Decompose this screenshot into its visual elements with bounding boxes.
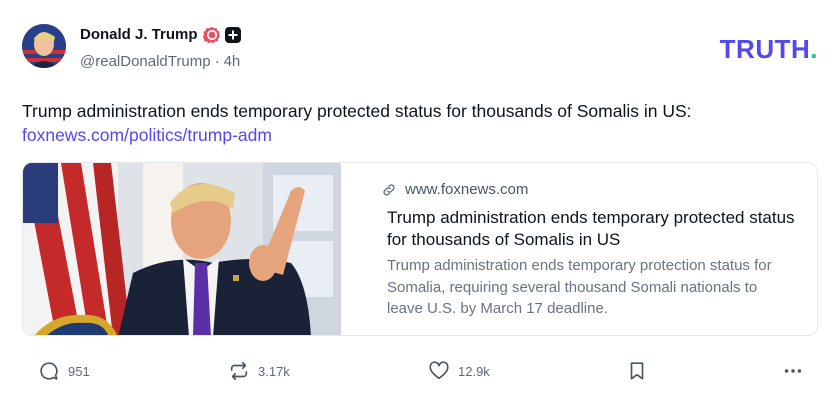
logo-text: TRUTH (719, 34, 811, 64)
post-text: Trump administration ends temporary prot… (22, 101, 692, 121)
meta-separator: · (214, 53, 220, 70)
bookmark-icon (630, 362, 644, 380)
link-description: Trump administration ends temporary prot… (387, 257, 772, 317)
truth-post: Donald J. Trump @realDonaldTrump · 4h TRUT… (0, 0, 840, 406)
like-count: 12.9k (458, 363, 490, 379)
link-preview-body: www.foxnews.com Trump administration end… (363, 163, 813, 335)
bookmark-button[interactable] (626, 356, 648, 386)
retruth-button[interactable]: 3.17k (228, 356, 290, 386)
avatar[interactable] (22, 24, 66, 68)
plus-badge-icon (225, 27, 241, 43)
like-button[interactable]: 12.9k (428, 356, 490, 386)
logo-dot: . (810, 34, 818, 64)
author-name[interactable]: Donald J. Trump (80, 26, 198, 43)
link-preview-image (23, 163, 341, 335)
reply-count: 951 (68, 363, 90, 379)
more-icon (784, 369, 802, 373)
link-domain: www.foxnews.com (405, 181, 529, 198)
link-icon (383, 183, 395, 196)
avatar-image (22, 24, 66, 68)
retruth-icon (230, 361, 248, 381)
post-link[interactable]: foxnews.com/politics/trump-adm (22, 123, 272, 147)
post-body: Trump administration ends temporary prot… (22, 99, 812, 147)
author-handle[interactable]: @realDonaldTrump (80, 53, 211, 70)
link-domain-row: www.foxnews.com (381, 181, 528, 198)
retruth-count: 3.17k (258, 363, 290, 379)
truth-logo[interactable]: TRUTH. (720, 34, 818, 65)
heart-icon (429, 361, 449, 380)
reply-button[interactable]: 951 (38, 356, 90, 386)
link-title[interactable]: Trump administration ends temporary prot… (387, 207, 797, 251)
post-timestamp[interactable]: 4h (224, 53, 241, 70)
action-bar: 951 3.17k 12.9k (0, 356, 840, 386)
link-preview-card[interactable]: www.foxnews.com Trump administration end… (22, 162, 818, 336)
verified-badge-icon (203, 26, 221, 44)
comment-icon (40, 362, 58, 380)
more-options-button[interactable] (782, 356, 804, 386)
author-meta: @realDonaldTrump · 4h (80, 53, 240, 70)
